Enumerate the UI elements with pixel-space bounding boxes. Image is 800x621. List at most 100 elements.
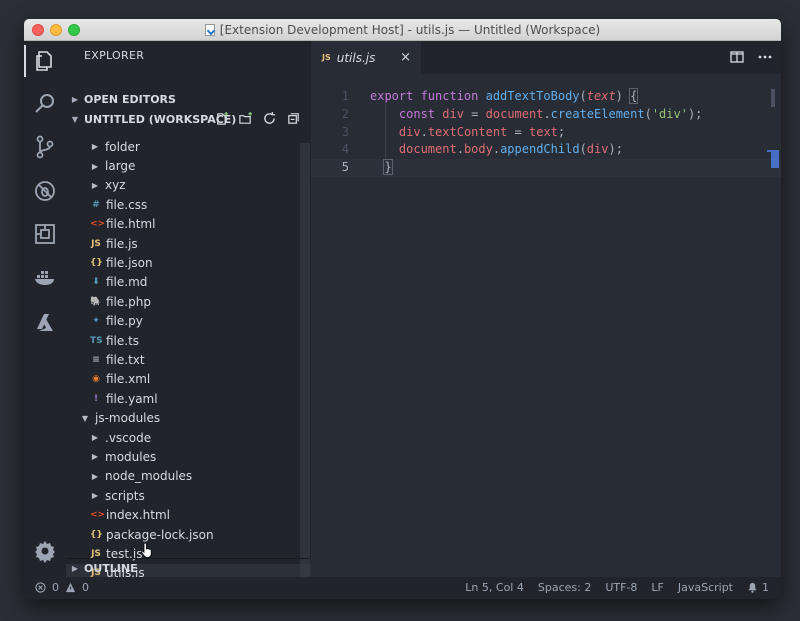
chevron-down-icon: ▼ [71, 114, 79, 124]
tree-file[interactable]: ! file.yaml [66, 389, 311, 408]
split-editor-icon[interactable] [729, 49, 745, 69]
file-tree: ▶ folder ▶ large ▶ xyz # file.css <> file.html JS f… [66, 137, 311, 583]
cursor-overview-marker [767, 150, 779, 168]
html-file-icon: <> [90, 510, 106, 521]
editor-tabs: JS utils.js × [311, 41, 781, 74]
mouse-pointer-icon [141, 542, 152, 558]
tree-folder[interactable]: ▶ xyz [66, 176, 311, 195]
tree-file[interactable]: <> file.html [66, 215, 311, 234]
tree-item-label: package-lock.json [106, 527, 214, 542]
code-token: 'div' [651, 106, 688, 121]
markdown-file-icon: ⬇ [92, 277, 100, 288]
chevron-right-icon: ▶ [91, 180, 99, 190]
typescript-file-icon: TS [90, 335, 103, 346]
tree-folder[interactable]: ▶ folder [66, 137, 311, 156]
refresh-icon[interactable] [262, 111, 277, 126]
tab-utils-js[interactable]: JS utils.js × [311, 41, 421, 74]
code-token: textContent [427, 124, 508, 139]
explorer-icon[interactable] [24, 41, 66, 81]
end-of-line[interactable]: LF [651, 581, 663, 594]
sidebar-scrollbar[interactable] [300, 143, 310, 579]
settings-gear-icon[interactable] [24, 531, 66, 571]
chevron-right-icon: ▶ [91, 471, 99, 481]
code-token: . [492, 142, 501, 157]
tree-file[interactable]: ✦ file.py [66, 312, 311, 331]
search-icon[interactable] [24, 84, 66, 124]
code-token: div [442, 106, 464, 121]
tree-file[interactable]: # file.css [66, 195, 311, 214]
tree-file[interactable]: TS file.ts [66, 331, 311, 350]
code-line[interactable]: 2 const div = document.createElement('di… [311, 106, 781, 124]
source-control-icon[interactable] [24, 127, 66, 167]
editor-scrollbar-thumb[interactable] [771, 89, 775, 107]
code-token: text [586, 89, 616, 103]
tree-item-label: file.php [106, 294, 151, 309]
more-actions-icon[interactable] [757, 49, 773, 69]
line-number: 1 [341, 89, 349, 103]
docker-icon[interactable] [24, 257, 66, 297]
indentation[interactable]: Spaces: 2 [538, 581, 591, 594]
extensions-icon[interactable] [24, 214, 66, 254]
code-token: const [398, 106, 443, 121]
tree-folder[interactable]: ▶ .vscode [66, 428, 311, 447]
php-file-icon: 🐘 [90, 296, 102, 307]
code-token: addTextToBody [485, 89, 580, 103]
open-editors-section[interactable]: ▶ OPEN EDITORS [66, 89, 311, 109]
workspace-section[interactable]: ▼ UNTITLED (WORKSPACE) [66, 109, 311, 129]
debug-icon[interactable] [24, 171, 66, 211]
azure-icon[interactable] [24, 303, 66, 343]
yaml-file-icon: ! [93, 393, 99, 404]
tree-file[interactable]: ◉ file.xml [66, 370, 311, 389]
code-token: ; [557, 124, 566, 139]
explorer-sidebar: EXPLORER ▶ OPEN EDITORS ▼ UNTITLED (WORK… [66, 41, 311, 583]
cursor-position[interactable]: Ln 5, Col 4 [465, 581, 524, 594]
tree-item-label: modules [105, 449, 157, 464]
tree-file[interactable]: {} package-lock.json [66, 525, 311, 544]
code-text: div.textContent = text; [370, 124, 565, 142]
new-folder-icon[interactable] [238, 111, 253, 126]
status-bar: 0 0 Ln 5, Col 4 Spaces: 2 UTF-8 LF JavaS… [24, 577, 781, 599]
encoding[interactable]: UTF-8 [605, 581, 637, 594]
bell-icon [748, 582, 757, 593]
tree-item-label: scripts [105, 488, 145, 503]
tree-file[interactable]: {} file.json [66, 253, 311, 272]
tree-file[interactable]: ⬇ file.md [66, 273, 311, 292]
tree-folder[interactable]: ▶ modules [66, 447, 311, 466]
collapse-all-icon[interactable] [286, 111, 301, 126]
code-line[interactable]: 3 div.textContent = text; [311, 124, 781, 142]
code-token: body [463, 142, 493, 157]
new-file-icon[interactable] [214, 111, 229, 126]
window-title: [Extension Development Host] - utils.js … [219, 23, 601, 37]
tree-folder[interactable]: ▶ node_modules [66, 467, 311, 486]
error-icon [35, 582, 46, 593]
tree-item-label: file.py [106, 314, 143, 329]
close-icon[interactable]: × [400, 50, 411, 65]
outline-section[interactable]: ▶ OUTLINE [66, 558, 311, 578]
tree-file[interactable]: ≡ file.txt [66, 350, 311, 369]
tree-folder[interactable]: ▶ scripts [66, 486, 311, 505]
tree-file[interactable]: JS file.js [66, 234, 311, 253]
editor-area: JS utils.js × 1 export function addTextTo… [311, 41, 781, 577]
code-line[interactable]: 5 } [311, 159, 781, 177]
code-token: ( [644, 106, 652, 121]
tree-folder[interactable]: ▼ js-modules [66, 408, 311, 427]
activity-bar [24, 41, 66, 577]
code-line[interactable]: 1 export function addTextToBody(text) { [311, 88, 781, 106]
language-mode[interactable]: JavaScript [678, 581, 733, 594]
code-editor[interactable]: 1 export function addTextToBody(text) {2 … [311, 88, 781, 177]
tree-file[interactable]: <> index.html [66, 505, 311, 524]
code-token: . [456, 142, 464, 157]
open-editors-label: OPEN EDITORS [84, 92, 176, 106]
css-file-icon: # [92, 199, 100, 210]
code-line[interactable]: 4 document.body.appendChild(div); [311, 141, 781, 159]
notifications[interactable]: 1 [747, 581, 769, 594]
tree-file[interactable]: 🐘 file.php [66, 292, 311, 311]
warning-count: 0 [82, 581, 89, 594]
tree-folder[interactable]: ▶ large [66, 156, 311, 175]
problems-indicator[interactable]: 0 0 [35, 581, 89, 594]
json-file-icon: {} [90, 258, 103, 269]
chevron-right-icon: ▶ [71, 564, 79, 573]
